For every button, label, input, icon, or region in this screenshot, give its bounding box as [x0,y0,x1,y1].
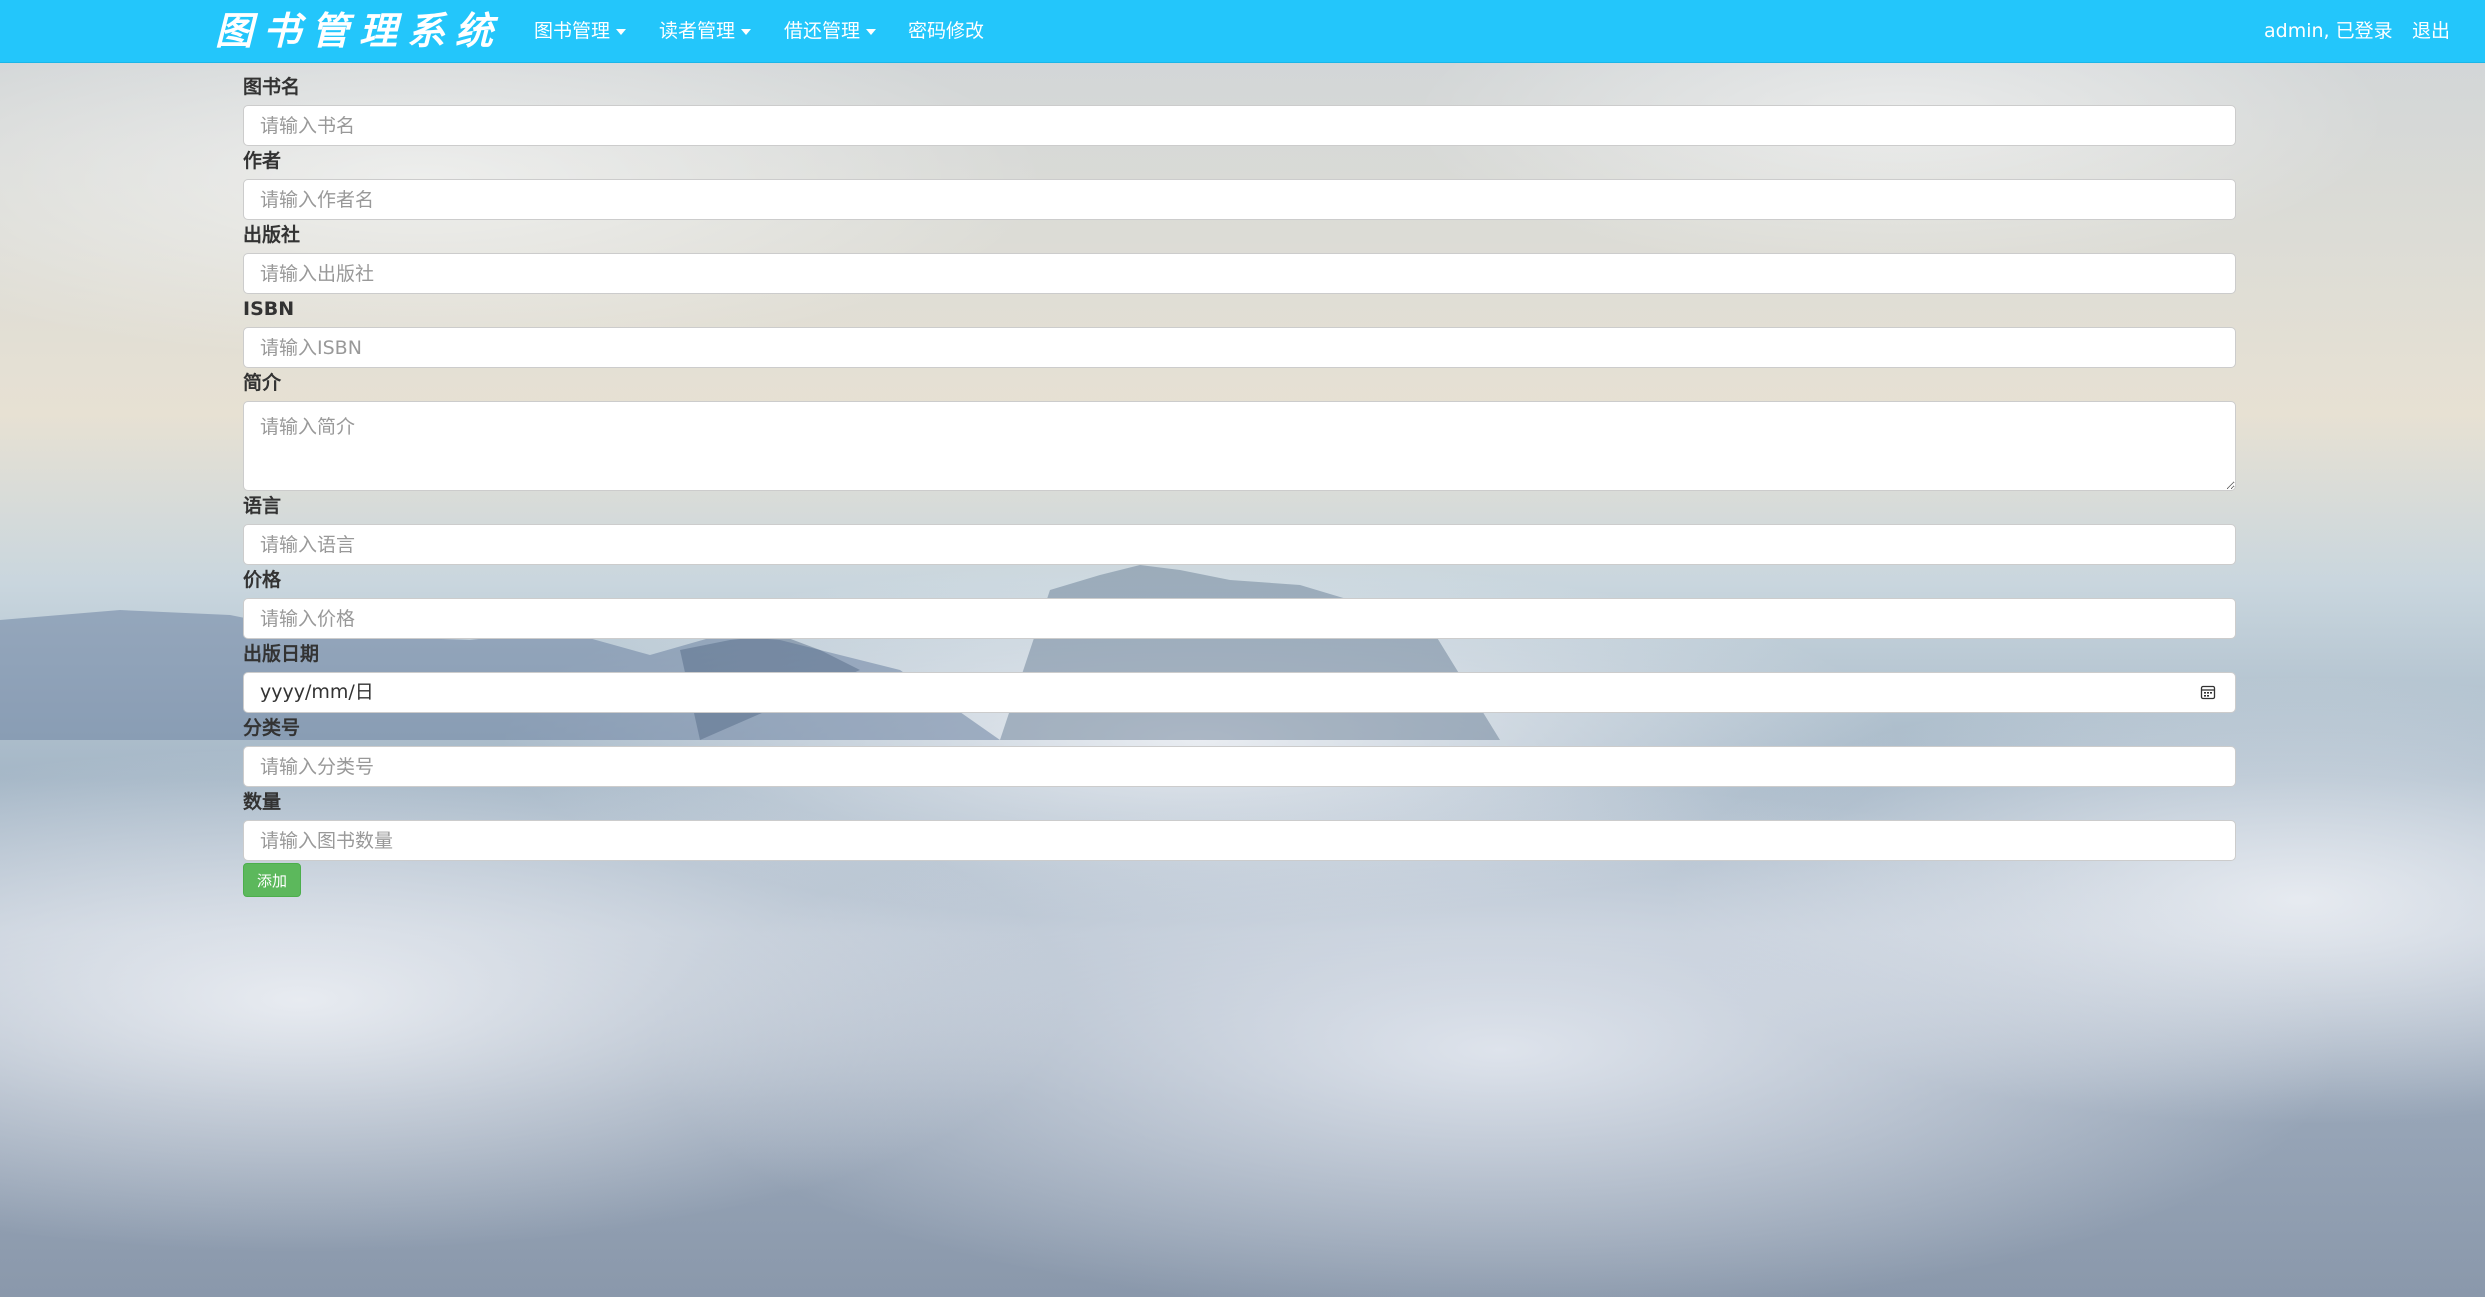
publisher-label: 出版社 [243,224,301,246]
user-status[interactable]: admin, 已登录 [2264,0,2393,63]
nav-password-change[interactable]: 密码修改 [908,0,984,63]
caret-down-icon [866,28,877,35]
field-publisher: 出版社 [243,220,2236,294]
language-label: 语言 [243,495,282,517]
book-name-label: 图书名 [243,76,301,98]
nav-borrow-management[interactable]: 借还管理 [784,0,877,63]
quantity-input[interactable] [243,820,2236,861]
field-price: 价格 [243,565,2236,639]
logout-link[interactable]: 退出 [2412,0,2450,63]
book-name-input[interactable] [243,105,2236,146]
introduction-label: 简介 [243,372,282,394]
author-input[interactable] [243,179,2236,220]
quantity-label: 数量 [243,791,282,813]
author-label: 作者 [243,150,282,172]
nav-password-change-label: 密码修改 [908,20,985,42]
language-input[interactable] [243,524,2236,565]
introduction-textarea[interactable] [243,401,2236,491]
nav-reader-management[interactable]: 读者管理 [659,0,752,63]
publish-date-placeholder: yyyy/mm/日 [260,681,374,703]
field-quantity: 数量 [243,787,2236,861]
category-input[interactable] [243,746,2236,787]
nav-book-management-label: 图书管理 [534,20,611,42]
field-publish-date: 出版日期 yyyy/mm/日 [243,639,2236,713]
field-category: 分类号 [243,713,2236,787]
price-label: 价格 [243,569,282,591]
field-introduction: 简介 [243,368,2236,491]
nav-reader-management-label: 读者管理 [659,20,736,42]
caret-down-icon [741,28,752,35]
field-language: 语言 [243,491,2236,565]
add-book-form: 图书名 作者 出版社 ISBN 简介 语言 价格 出版日期 yyyy/mm/日 [243,72,2236,897]
field-isbn: ISBN [243,294,2236,368]
field-book-name: 图书名 [243,72,2236,146]
field-author: 作者 [243,146,2236,220]
publish-date-picker[interactable]: yyyy/mm/日 [243,672,2236,713]
publish-date-label: 出版日期 [243,643,320,665]
calendar-icon[interactable] [2200,684,2216,700]
publisher-input[interactable] [243,253,2236,294]
isbn-input[interactable] [243,327,2236,368]
publish-date-input[interactable] [243,672,2236,713]
caret-down-icon [616,28,627,35]
isbn-label: ISBN [243,298,295,320]
category-label: 分类号 [243,717,301,739]
price-input[interactable] [243,598,2236,639]
top-navbar: 图书管理系统 图书管理 读者管理 借还管理 密码修改 admin, 已登录 退出 [0,0,2485,63]
nav-borrow-management-label: 借还管理 [784,20,861,42]
add-button[interactable]: 添加 [243,863,302,897]
brand-logo[interactable]: 图书管理系统 [215,6,503,56]
nav-book-management[interactable]: 图书管理 [534,0,627,63]
